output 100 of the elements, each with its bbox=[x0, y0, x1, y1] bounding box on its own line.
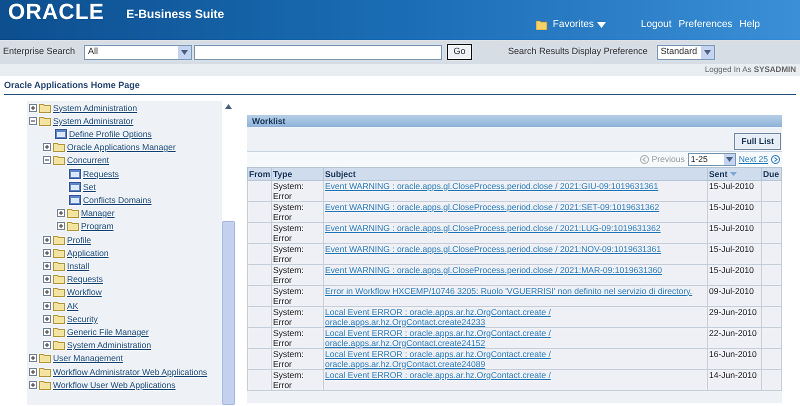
expand-icon[interactable] bbox=[43, 275, 51, 284]
scroll-up-icon[interactable] bbox=[225, 104, 232, 109]
type-text: System: Error bbox=[273, 370, 304, 390]
search-input-field[interactable] bbox=[194, 44, 442, 60]
expand-icon[interactable] bbox=[43, 328, 51, 336]
scrollbar-thumb[interactable] bbox=[222, 220, 235, 404]
expand-icon[interactable] bbox=[43, 236, 51, 244]
expand-icon[interactable] bbox=[43, 288, 51, 296]
navigator-folder-link[interactable]: Concurrent bbox=[67, 154, 110, 168]
type-text: System: Error bbox=[273, 244, 304, 264]
navigator-folder-link[interactable]: Workflow Administrator Web Applications bbox=[53, 366, 208, 379]
type-text: System: Error bbox=[273, 306, 304, 326]
type-text: System: Error bbox=[273, 328, 304, 348]
navigator-folder-link[interactable]: System Administrator bbox=[53, 114, 134, 128]
navigator-function-link[interactable]: Requests bbox=[83, 168, 119, 181]
preference-label: Search Results Display Preference bbox=[508, 45, 648, 58]
navigator-folder-link[interactable]: Program bbox=[81, 220, 114, 234]
folder-icon bbox=[53, 340, 65, 350]
navigator-folder-link[interactable]: Profile bbox=[67, 234, 92, 247]
column-header[interactable]: Subject bbox=[324, 167, 708, 180]
navigator-function-link[interactable]: Conflicts Domains bbox=[83, 194, 152, 208]
sent-date: 15-Jul-2010 bbox=[709, 264, 754, 274]
form-page-icon bbox=[55, 128, 67, 139]
expand-icon[interactable] bbox=[43, 341, 51, 350]
favorites-menu[interactable]: Favorites bbox=[552, 17, 606, 32]
sent-date: 16-Jun-2010 bbox=[709, 348, 757, 358]
column-header[interactable]: From bbox=[248, 167, 272, 180]
folder-icon bbox=[53, 248, 65, 258]
page-title: Oracle Applications Home Page bbox=[4, 79, 796, 94]
go-button[interactable]: Go bbox=[447, 44, 472, 60]
folder-icon bbox=[53, 142, 65, 152]
expand-icon[interactable] bbox=[43, 314, 51, 323]
navigator-folder-link[interactable]: Security bbox=[67, 312, 98, 326]
header-link[interactable]: Help bbox=[739, 17, 760, 32]
folder-icon bbox=[53, 274, 65, 284]
navigator-folder-link[interactable]: System Administration bbox=[67, 339, 152, 352]
folder-icon bbox=[67, 221, 79, 232]
expand-icon[interactable] bbox=[29, 354, 37, 362]
navigator-folder-link[interactable]: System Administration bbox=[53, 102, 138, 115]
navigator-folder-link[interactable]: Workflow bbox=[67, 286, 102, 300]
subject-link[interactable]: Local Event ERROR : oracle.apps.ar.hz.OrgContact.create / oracle.apps.ar.hz.OrgContact.create24233 bbox=[325, 306, 706, 326]
navigator-function-link[interactable]: Set bbox=[83, 180, 96, 194]
next-link[interactable]: Next 25 bbox=[738, 152, 768, 166]
scrollbar[interactable] bbox=[222, 100, 235, 404]
expand-icon[interactable] bbox=[29, 104, 37, 112]
folder-icon bbox=[67, 208, 79, 218]
navigator-folder-link[interactable]: Workflow User Web Applications bbox=[53, 378, 176, 392]
navigator-folder-link[interactable]: User Management bbox=[53, 352, 123, 366]
range-select[interactable]: 1-25 bbox=[688, 152, 736, 166]
navigator-folder-link[interactable]: AK bbox=[67, 300, 78, 313]
type-text: System: Error bbox=[273, 222, 304, 242]
expand-icon[interactable] bbox=[57, 222, 65, 230]
search-scope-select[interactable]: All bbox=[84, 44, 192, 60]
display-preference-select[interactable]: Standard bbox=[656, 44, 715, 60]
logged-in-user: Logged In As SYSADMIN bbox=[704, 64, 796, 76]
expand-icon[interactable] bbox=[43, 302, 51, 310]
folder-icon bbox=[39, 353, 51, 364]
expand-icon[interactable] bbox=[29, 368, 37, 376]
collapse-icon[interactable] bbox=[29, 116, 37, 125]
logo-wordmark: ORACLE bbox=[8, 1, 104, 23]
sent-date: 15-Jul-2010 bbox=[709, 222, 754, 232]
folder-icon bbox=[39, 116, 51, 126]
full-list-button[interactable]: Full List bbox=[734, 132, 781, 150]
navigator-folder-link[interactable]: Generic File Manager bbox=[67, 326, 149, 340]
folder-icon bbox=[53, 234, 65, 245]
worklist-heading: Worklist bbox=[247, 114, 782, 126]
folder-icon bbox=[39, 102, 51, 112]
expand-icon[interactable] bbox=[43, 248, 51, 257]
folder-icon bbox=[53, 287, 65, 298]
sent-date: 29-Jun-2010 bbox=[709, 306, 757, 316]
next-arrow-icon[interactable] bbox=[771, 154, 780, 164]
expand-icon[interactable] bbox=[29, 380, 37, 389]
form-page-icon bbox=[69, 182, 81, 192]
type-text: System: Error bbox=[273, 180, 304, 200]
collapse-icon[interactable] bbox=[43, 156, 51, 164]
form-page-icon bbox=[69, 194, 81, 205]
column-header[interactable]: Due bbox=[762, 167, 782, 180]
type-text: System: Error bbox=[273, 286, 304, 306]
folder-icon bbox=[53, 314, 65, 324]
column-header[interactable]: Type bbox=[272, 167, 324, 180]
expand-icon[interactable] bbox=[57, 209, 65, 218]
navigator-folder-link[interactable]: Requests bbox=[67, 273, 103, 286]
caret-down-icon[interactable] bbox=[596, 22, 606, 28]
subject-link[interactable]: Local Event ERROR : oracle.apps.ar.hz.OrgContact.create / oracle.apps.ar.hz.OrgContact.create24152 bbox=[325, 328, 706, 348]
header-link[interactable]: Preferences bbox=[678, 17, 732, 32]
expand-icon[interactable] bbox=[43, 143, 51, 152]
navigator-folder-link[interactable]: Oracle Applications Manager bbox=[67, 141, 176, 154]
navigator-function-link[interactable]: Define Profile Options bbox=[69, 128, 152, 142]
type-text: System: Error bbox=[273, 348, 304, 368]
navigator-folder-link[interactable]: Install bbox=[67, 260, 90, 274]
type-text: System: Error bbox=[273, 264, 304, 284]
form-page-icon bbox=[69, 168, 81, 179]
folder-icon bbox=[53, 260, 65, 271]
navigator-folder-link[interactable]: Application bbox=[67, 246, 109, 260]
folder-icon bbox=[53, 155, 65, 166]
navigator-folder-link[interactable]: Manager bbox=[81, 207, 115, 220]
header-link[interactable]: Logout bbox=[640, 17, 672, 32]
expand-icon[interactable] bbox=[43, 262, 51, 270]
subject-link[interactable]: Local Event ERROR : oracle.apps.ar.hz.OrgContact.create / oracle.apps.ar.hz.OrgContact.create24089 bbox=[325, 348, 706, 368]
favorites-folder-icon bbox=[536, 20, 548, 30]
